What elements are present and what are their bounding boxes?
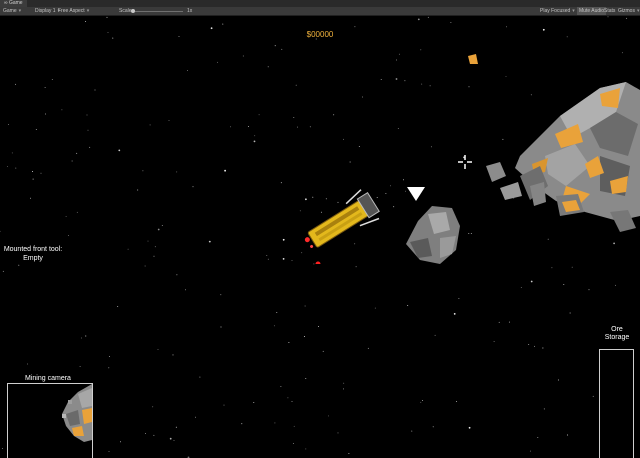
small-asteroid [406,206,460,264]
ore-storage-label: Ore Storage [596,326,638,342]
aspect-dropdown[interactable]: Free Aspect [58,7,89,15]
scale-label: Scale [119,8,132,14]
target-marker-icon [407,187,425,201]
play-mode-dropdown[interactable]: Play Focused [540,7,575,15]
crosshair-icon [458,155,472,169]
mining-camera-label: Mining camera [25,375,71,382]
mounted-tool-status: Mounted front tool: Empty [0,245,66,263]
credits-counter: $00000 [306,30,334,39]
mining-camera-view [7,383,93,458]
game-window: ∞ Game Game Display 1 Free Aspect Scale … [0,0,640,458]
player-ship [304,189,380,264]
game-viewport[interactable]: $00000 Mounted front tool: Empty Mining … [0,16,640,458]
mounted-tool-line-1: Mounted front tool: [3,246,63,253]
scale-slider-handle[interactable] [131,9,135,13]
tab-title: Game [8,0,23,6]
stats-button[interactable]: Stats [604,7,615,15]
gizmos-dropdown[interactable]: Gizmos [618,7,639,15]
ore-storage-line-1: Ore [611,326,623,333]
scale-slider[interactable] [131,10,183,12]
tab-game[interactable]: ∞ Game [0,0,27,7]
engine-glow [315,261,321,264]
game-toolbar: Game Display 1 Free Aspect Scale 1x Play… [0,7,640,16]
game-view-dropdown[interactable]: Game [3,7,21,15]
display-dropdown[interactable]: Display 1 [35,7,60,15]
ore-storage-line-2: Storage [604,334,630,341]
mute-audio-button[interactable]: Mute Audio [577,7,607,15]
ore-storage-gauge [599,349,634,458]
mounted-tool-line-2: Empty [23,255,43,262]
mining-camera-feed [62,384,92,442]
scale-value: 1x [187,8,193,14]
